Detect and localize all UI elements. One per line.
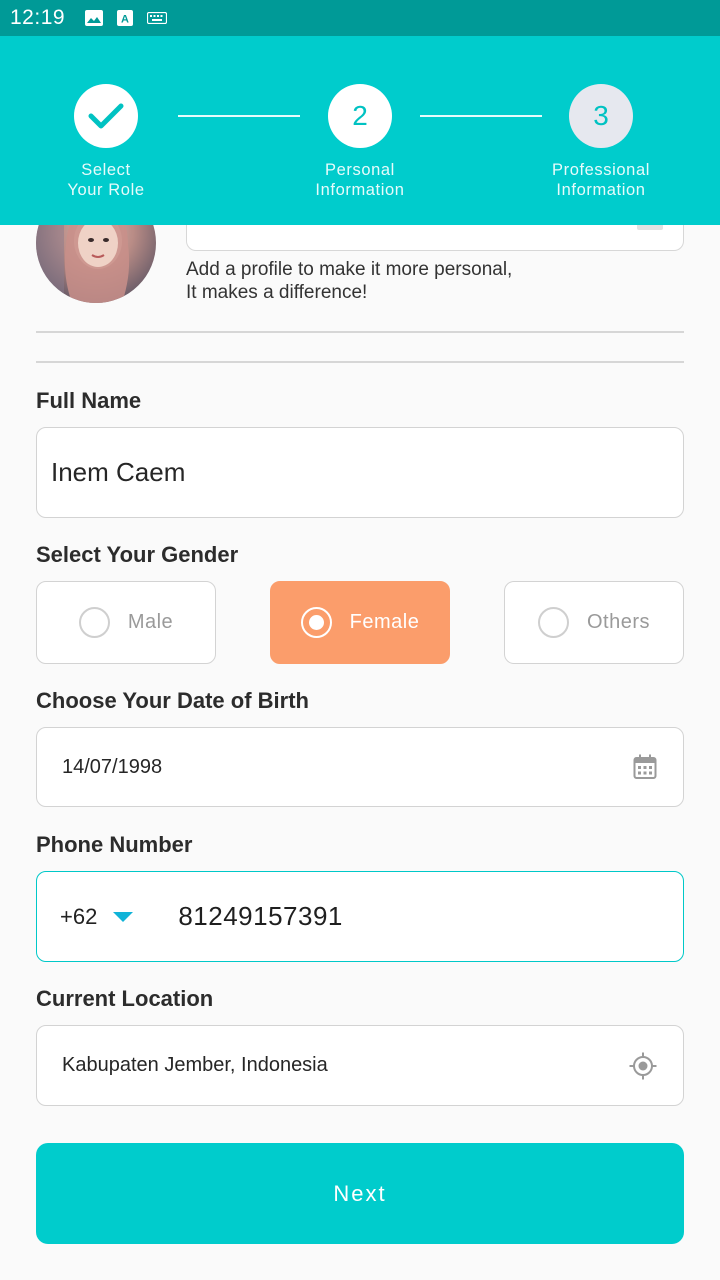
divider [36,361,684,363]
gender-option-label: Female [349,611,420,633]
chevron-down-icon[interactable] [113,911,134,922]
radio-selected-icon [300,607,332,638]
step-label: Professional Information [552,160,650,200]
radio-icon [537,607,569,638]
step-professional-information[interactable]: 3 Professional Information [521,84,681,200]
location-value: Kabupaten Jember, Indonesia [62,1054,328,1076]
gender-option-others[interactable]: Others [504,581,684,664]
step-label-line1: Personal [325,161,395,179]
step-label-line2: Information [556,181,646,199]
calendar-icon[interactable] [633,754,657,780]
location-input[interactable]: Kabupaten Jember, Indonesia [36,1025,684,1106]
step-label-line1: Professional [552,161,650,179]
step-label: Personal Information [315,160,404,200]
phone-value: 81249157391 [178,901,343,931]
step-label-line1: Select [81,161,131,179]
full-name-value: Inem Caem [51,457,186,487]
checkmark-icon [88,103,124,129]
step-select-role[interactable]: Select Your Role [26,84,186,200]
step-label: Select Your Role [67,160,144,200]
gender-option-male[interactable]: Male [36,581,216,664]
full-name-input[interactable]: Inem Caem [36,427,684,518]
profile-hint-line2: It makes a difference! [186,282,368,303]
next-button[interactable]: Next [36,1143,684,1244]
step-circle: 3 [569,84,633,148]
location-label: Current Location [36,986,214,1011]
phone-label: Phone Number [36,832,193,857]
country-code[interactable]: +62 [37,904,97,930]
step-label-line2: Your Role [67,181,145,199]
gender-option-female[interactable]: Female [270,581,450,664]
step-label-line2: Information [315,181,405,199]
stepper-header: Select Your Role 2 Personal Information … [0,36,720,225]
phone-input[interactable]: +62 81249157391 [36,871,684,962]
full-name-label: Full Name [36,388,142,413]
dob-value: 14/07/1998 [62,755,163,778]
gps-target-icon[interactable] [629,1052,657,1080]
profile-hint-line1: Add a profile to make it more personal, [186,259,513,280]
gender-option-label: Male [127,611,174,633]
step-circle: 2 [328,84,392,148]
gender-option-label: Others [586,611,651,633]
dob-input[interactable]: 14/07/1998 [36,727,684,807]
radio-icon [78,607,110,638]
step-personal-information[interactable]: 2 Personal Information [280,84,440,200]
divider [36,331,684,333]
profile-hint: Add a profile to make it more personal, … [186,258,666,304]
step-circle [74,84,138,148]
gender-label: Select Your Gender [36,542,239,567]
dob-label: Choose Your Date of Birth [36,688,309,713]
